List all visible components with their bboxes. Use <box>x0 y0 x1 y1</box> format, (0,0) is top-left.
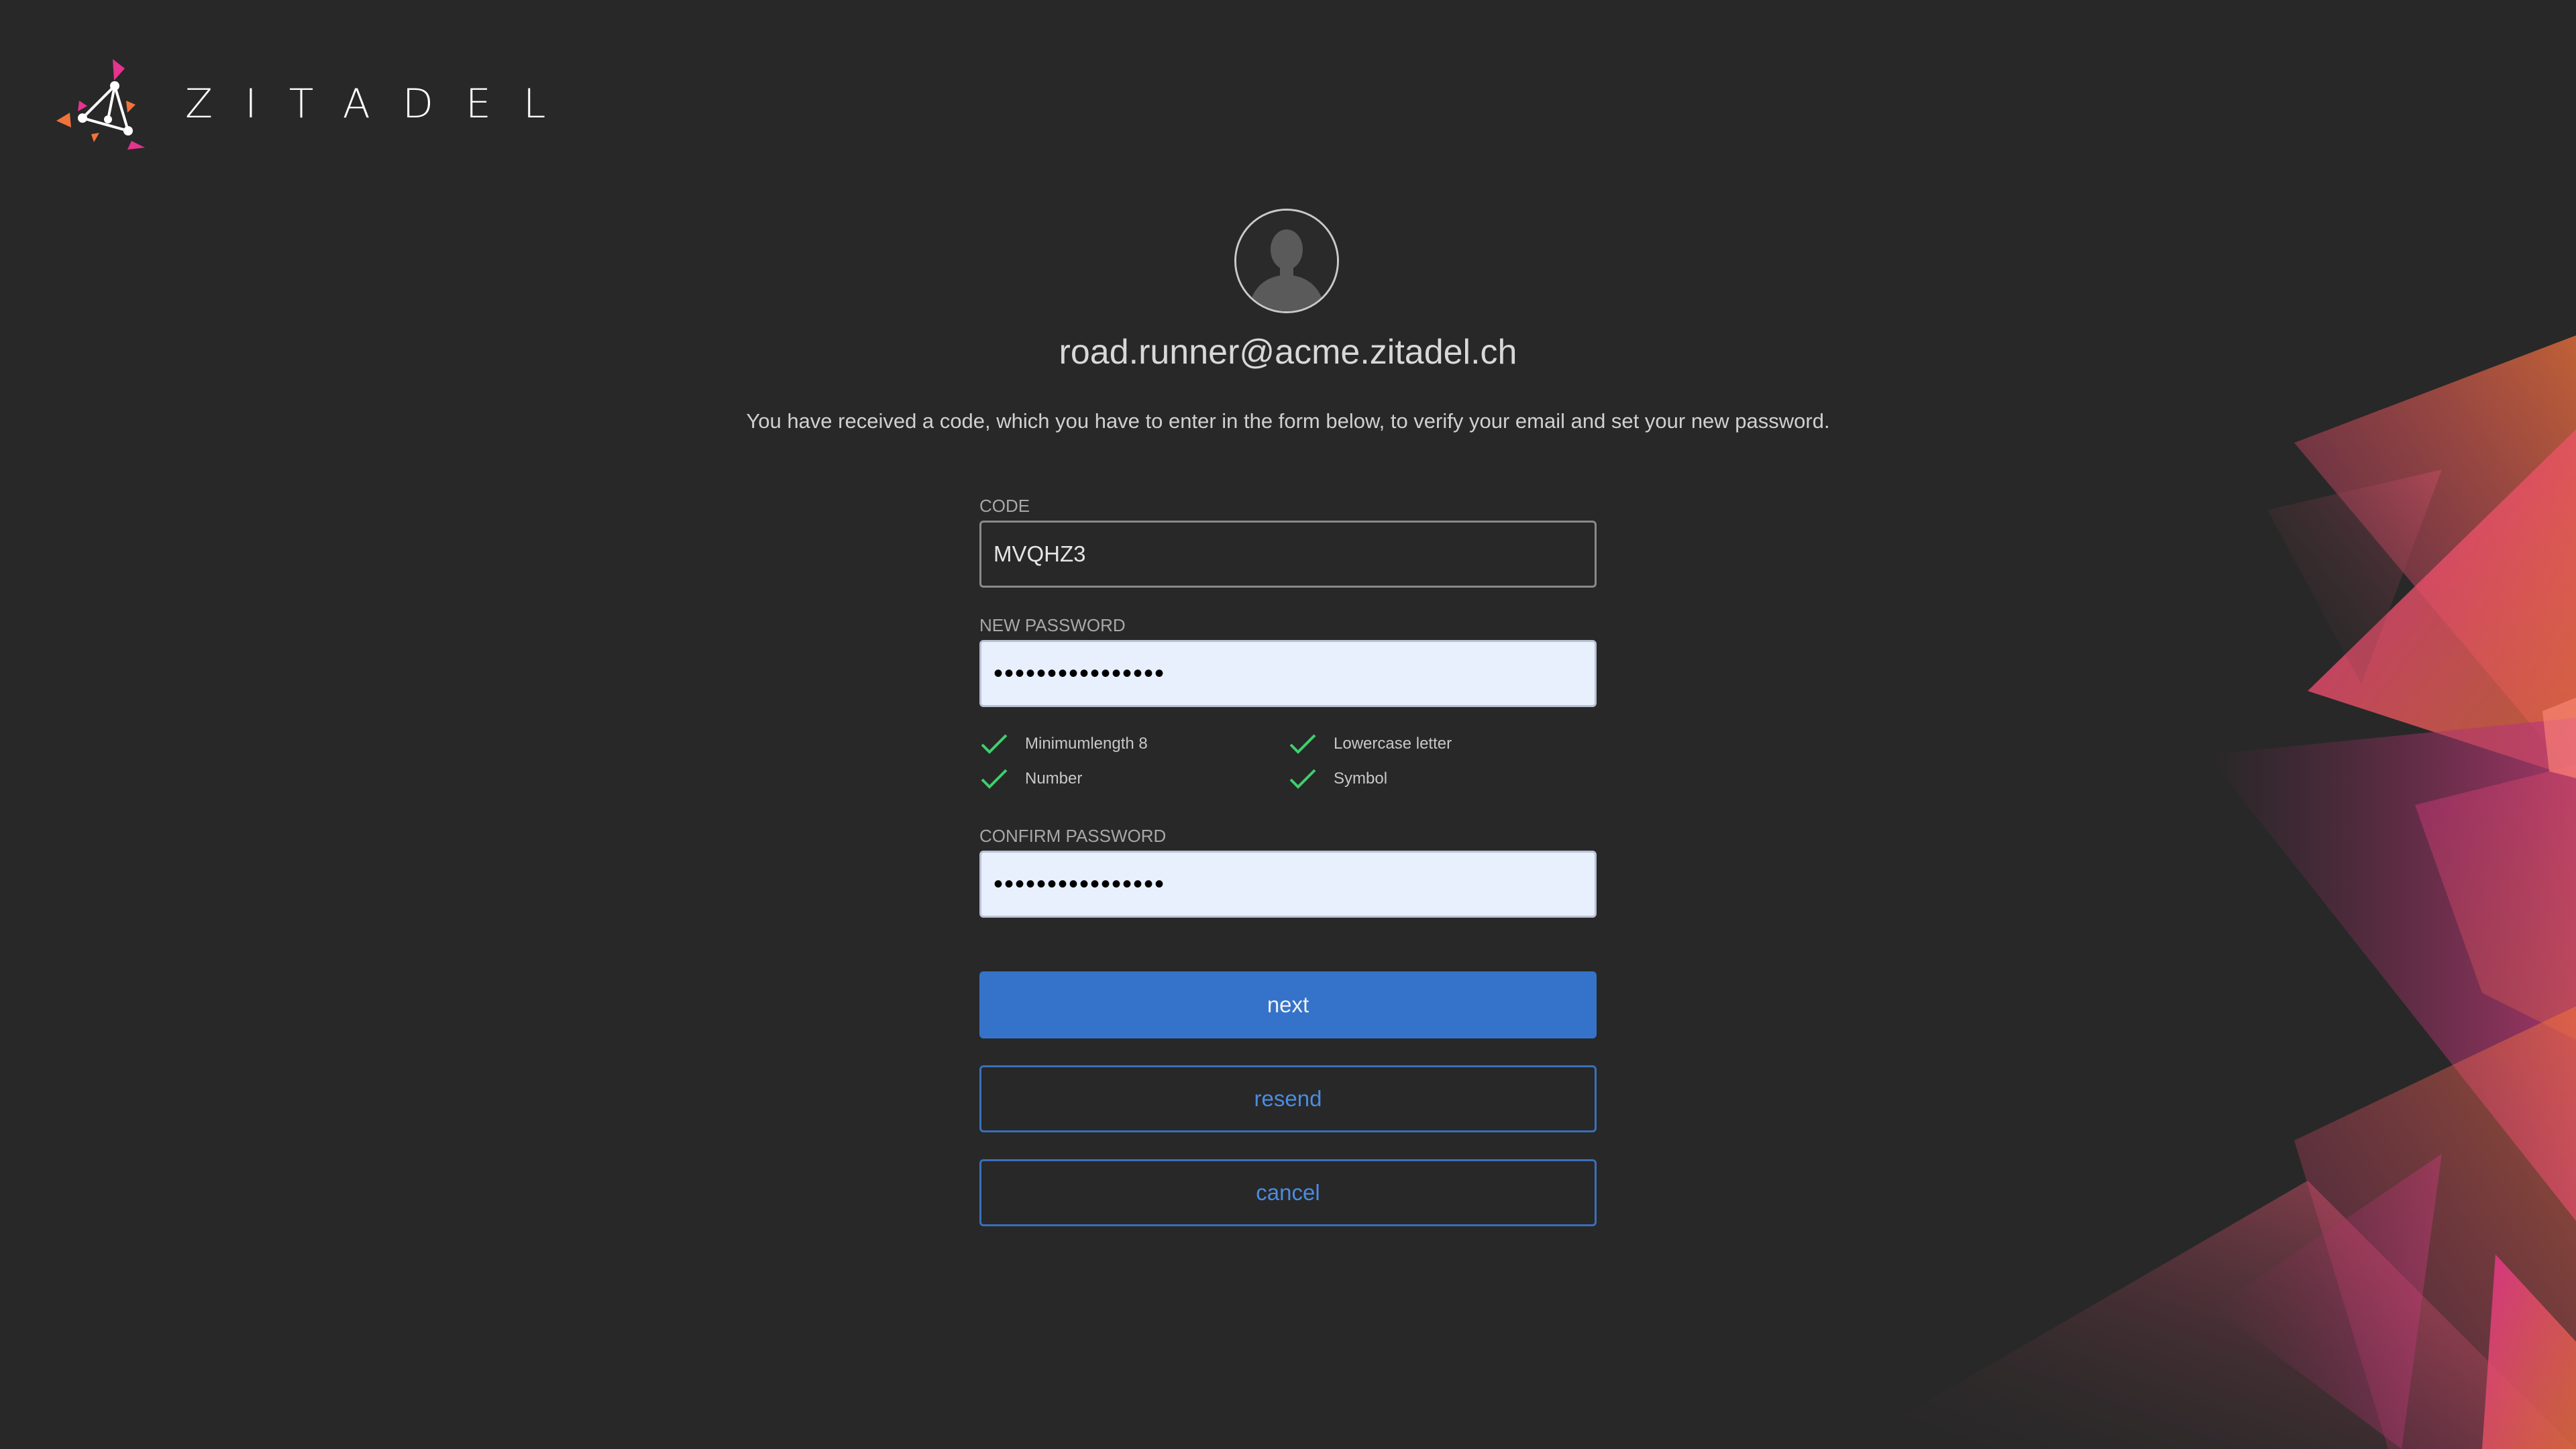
rule-number: Number <box>979 767 1082 791</box>
rule-symbol: Symbol <box>1288 767 1387 791</box>
zitadel-triangle-logo-icon <box>56 59 145 150</box>
cancel-button[interactable]: cancel <box>979 1159 1597 1226</box>
instruction-text: You have received a code, which you have… <box>746 409 1830 433</box>
avatar-silhouette <box>1236 211 1337 311</box>
resend-button[interactable]: resend <box>979 1065 1597 1132</box>
user-avatar-icon <box>1234 209 1339 313</box>
check-icon <box>981 769 1008 789</box>
confirm-password-input[interactable]: •••••••••••••••• <box>979 851 1597 918</box>
confirm-password-value: •••••••••••••••• <box>994 869 1166 899</box>
check-icon <box>1289 769 1316 789</box>
rule-label: Number <box>1025 769 1083 788</box>
confirm-password-label: CONFIRM PASSWORD <box>979 826 1167 846</box>
code-value: MVQHZ3 <box>994 541 1086 566</box>
rule-label: Symbol <box>1334 769 1388 788</box>
rule-label: Minimumlength 8 <box>1025 735 1148 753</box>
rule-min-length: Minimumlength 8 <box>979 732 1148 756</box>
check-icon <box>1289 734 1316 754</box>
brand-name: ZITADEL <box>185 80 578 127</box>
check-icon <box>981 734 1008 754</box>
new-password-value: •••••••••••••••• <box>994 659 1166 688</box>
new-password-label: NEW PASSWORD <box>979 615 1126 635</box>
next-button[interactable]: next <box>979 971 1597 1038</box>
code-label: CODE <box>979 496 1030 516</box>
rule-label: Lowercase letter <box>1334 735 1452 753</box>
rule-lowercase: Lowercase letter <box>1288 732 1452 756</box>
code-input[interactable]: MVQHZ3 <box>979 521 1597 588</box>
brand-logo[interactable]: ZITADEL <box>52 54 578 154</box>
new-password-input[interactable]: •••••••••••••••• <box>979 640 1597 707</box>
login-page: ZITADEL road.runner@acme.zitadel.ch You … <box>0 0 2576 1449</box>
user-email: road.runner@acme.zitadel.ch <box>1059 333 1517 372</box>
